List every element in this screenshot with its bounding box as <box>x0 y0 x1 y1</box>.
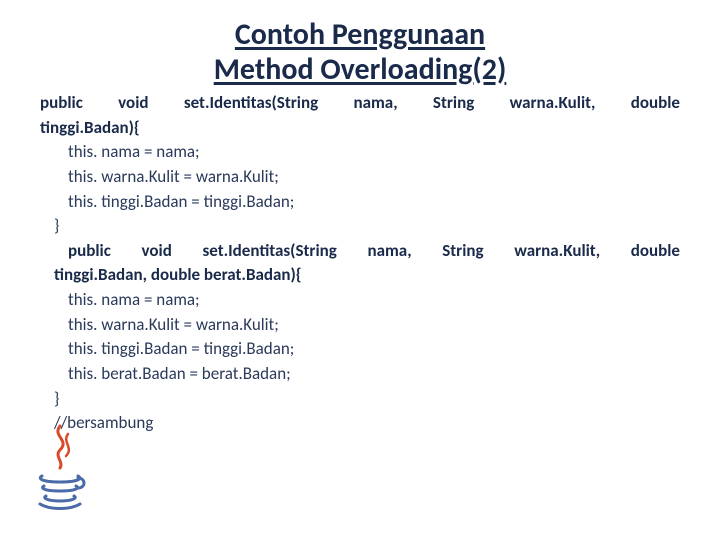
code-line: this. tinggi.Badan = tinggi.Badan; <box>40 190 680 215</box>
title-line-1: Contoh Penggunaan <box>235 16 485 53</box>
method1-signature-line1: public void set.Identitas(String nama, S… <box>40 91 680 116</box>
comment-line: //bersambung <box>40 411 680 436</box>
slide-title: Contoh Penggunaan Method Overloading(2) <box>0 0 720 87</box>
closing-brace: } <box>40 214 680 239</box>
code-line: this. warna.Kulit = warna.Kulit; <box>40 165 680 190</box>
method2-signature-line1: public void set.Identitas(String nama, S… <box>40 239 680 264</box>
title-line-2: Method Overloading(2) <box>214 51 507 88</box>
closing-brace: } <box>40 387 680 412</box>
code-block: public void set.Identitas(String nama, S… <box>0 87 720 436</box>
code-line: this. berat.Badan = berat.Badan; <box>40 362 680 387</box>
method2-signature-line2: tinggi.Badan, double berat.Badan){ <box>40 263 680 288</box>
method1-signature-line2: tinggi.Badan){ <box>40 116 680 141</box>
code-line: this. nama = nama; <box>40 288 680 313</box>
code-line: this. nama = nama; <box>40 140 680 165</box>
code-line: this. tinggi.Badan = tinggi.Badan; <box>40 337 680 362</box>
java-logo-icon <box>30 420 90 510</box>
code-line: this. warna.Kulit = warna.Kulit; <box>40 313 680 338</box>
java-cup-icon <box>30 420 90 510</box>
